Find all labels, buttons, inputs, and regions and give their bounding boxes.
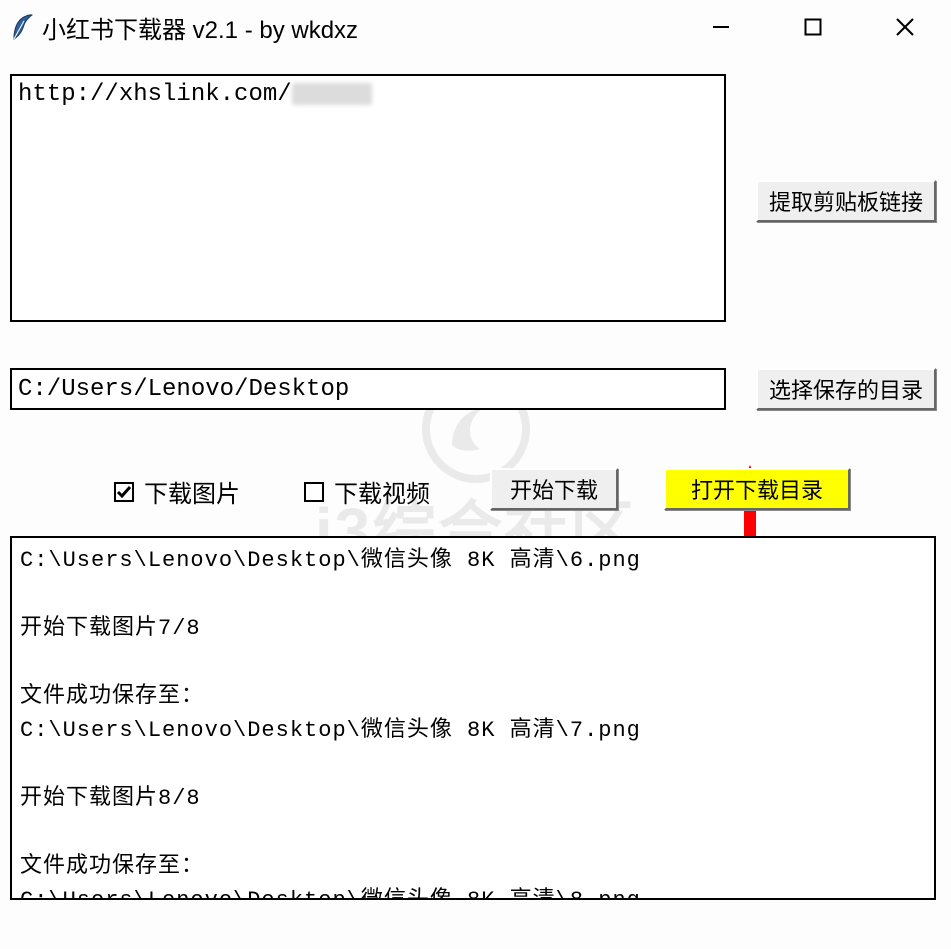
download-images-label: 下载图片 [144,474,240,509]
open-download-folder-button[interactable]: 打开下载目录 [664,468,850,510]
log-line: C:\Users\Lenovo\Desktop\微信头像 8K 高清\7.png [20,714,926,748]
checkbox-unchecked-icon [304,482,324,502]
choose-directory-button[interactable]: 选择保存的目录 [756,368,936,410]
download-videos-label: 下载视频 [334,474,430,509]
download-videos-checkbox[interactable]: 下载视频 [304,474,430,509]
log-line: C:\Users\Lenovo\Desktop\微信头像 8K 高清\6.png [20,544,926,578]
window-title: 小红书下载器 v2.1 - by wkdxz [42,10,675,45]
app-feather-icon [8,13,36,41]
close-button[interactable] [859,0,951,54]
redacted-segment [292,83,372,105]
window-controls [675,0,951,54]
log-line [20,646,926,680]
save-path-input[interactable] [10,368,726,410]
log-textarea[interactable]: C:\Users\Lenovo\Desktop\微信头像 8K 高清\6.png… [10,536,936,900]
maximize-button[interactable] [767,0,859,54]
open-download-folder-label: 打开下载目录 [691,473,823,505]
extract-clipboard-button[interactable]: 提取剪贴板链接 [756,180,936,222]
minimize-button[interactable] [675,0,767,54]
start-download-button[interactable]: 开始下载 [490,468,618,510]
download-images-checkbox[interactable]: 下载图片 [114,474,240,509]
url-textarea-value: http://xhslink.com/ [18,81,292,108]
log-line [20,578,926,612]
log-line: 文件成功保存至： [20,850,926,884]
log-line [20,748,926,782]
choose-directory-label: 选择保存的目录 [769,373,923,405]
log-line: 开始下载图片8/8 [20,782,926,816]
log-line: 开始下载图片7/8 [20,612,926,646]
log-line: 文件成功保存至： [20,680,926,714]
url-textarea[interactable]: http://xhslink.com/ [10,74,726,322]
start-download-label: 开始下载 [510,473,598,505]
checkbox-checked-icon [114,482,134,502]
extract-clipboard-label: 提取剪贴板链接 [769,185,923,217]
titlebar: 小红书下载器 v2.1 - by wkdxz [0,0,951,54]
log-line [20,816,926,850]
log-line: C:\Users\Lenovo\Desktop\微信头像 8K 高清\8.png [20,884,926,900]
